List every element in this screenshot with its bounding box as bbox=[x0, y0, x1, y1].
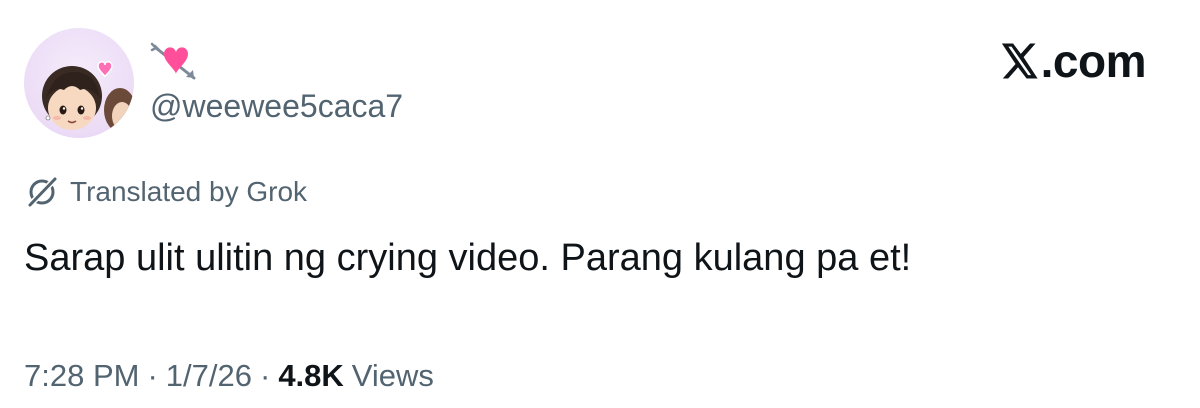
brand-logo: .com bbox=[997, 35, 1147, 87]
avatar[interactable] bbox=[24, 28, 134, 138]
chibi-boy-avatar-icon bbox=[42, 61, 134, 132]
tweet-time[interactable]: 7:28 PM bbox=[24, 358, 139, 394]
tweet-date[interactable]: 1/7/26 bbox=[166, 358, 252, 394]
views-label: Views bbox=[351, 358, 434, 393]
tweet-card: @weewee5caca7 .com Translated by Grok Sa… bbox=[0, 0, 1200, 408]
user-handle[interactable]: @weewee5caca7 bbox=[150, 86, 403, 126]
tweet-text: Sarap ulit ulitin ng crying video. Paran… bbox=[24, 237, 912, 279]
translated-label: Translated by Grok bbox=[70, 176, 308, 207]
brand-domain-label: .com bbox=[1040, 35, 1147, 87]
display-name-emoji[interactable] bbox=[150, 40, 202, 84]
meta-separator: · bbox=[259, 358, 271, 393]
meta-separator: · bbox=[147, 358, 158, 393]
tweet-meta: 7:28 PM · 1/7/26 · 4.8K Views bbox=[24, 354, 434, 398]
views-count[interactable]: 4.8K bbox=[278, 358, 351, 394]
heart-with-arrow-icon bbox=[150, 42, 196, 80]
grok-icon bbox=[27, 176, 58, 208]
translated-by-grok[interactable]: Translated by Grok bbox=[24, 172, 307, 212]
x-logo-icon bbox=[1001, 43, 1038, 79]
